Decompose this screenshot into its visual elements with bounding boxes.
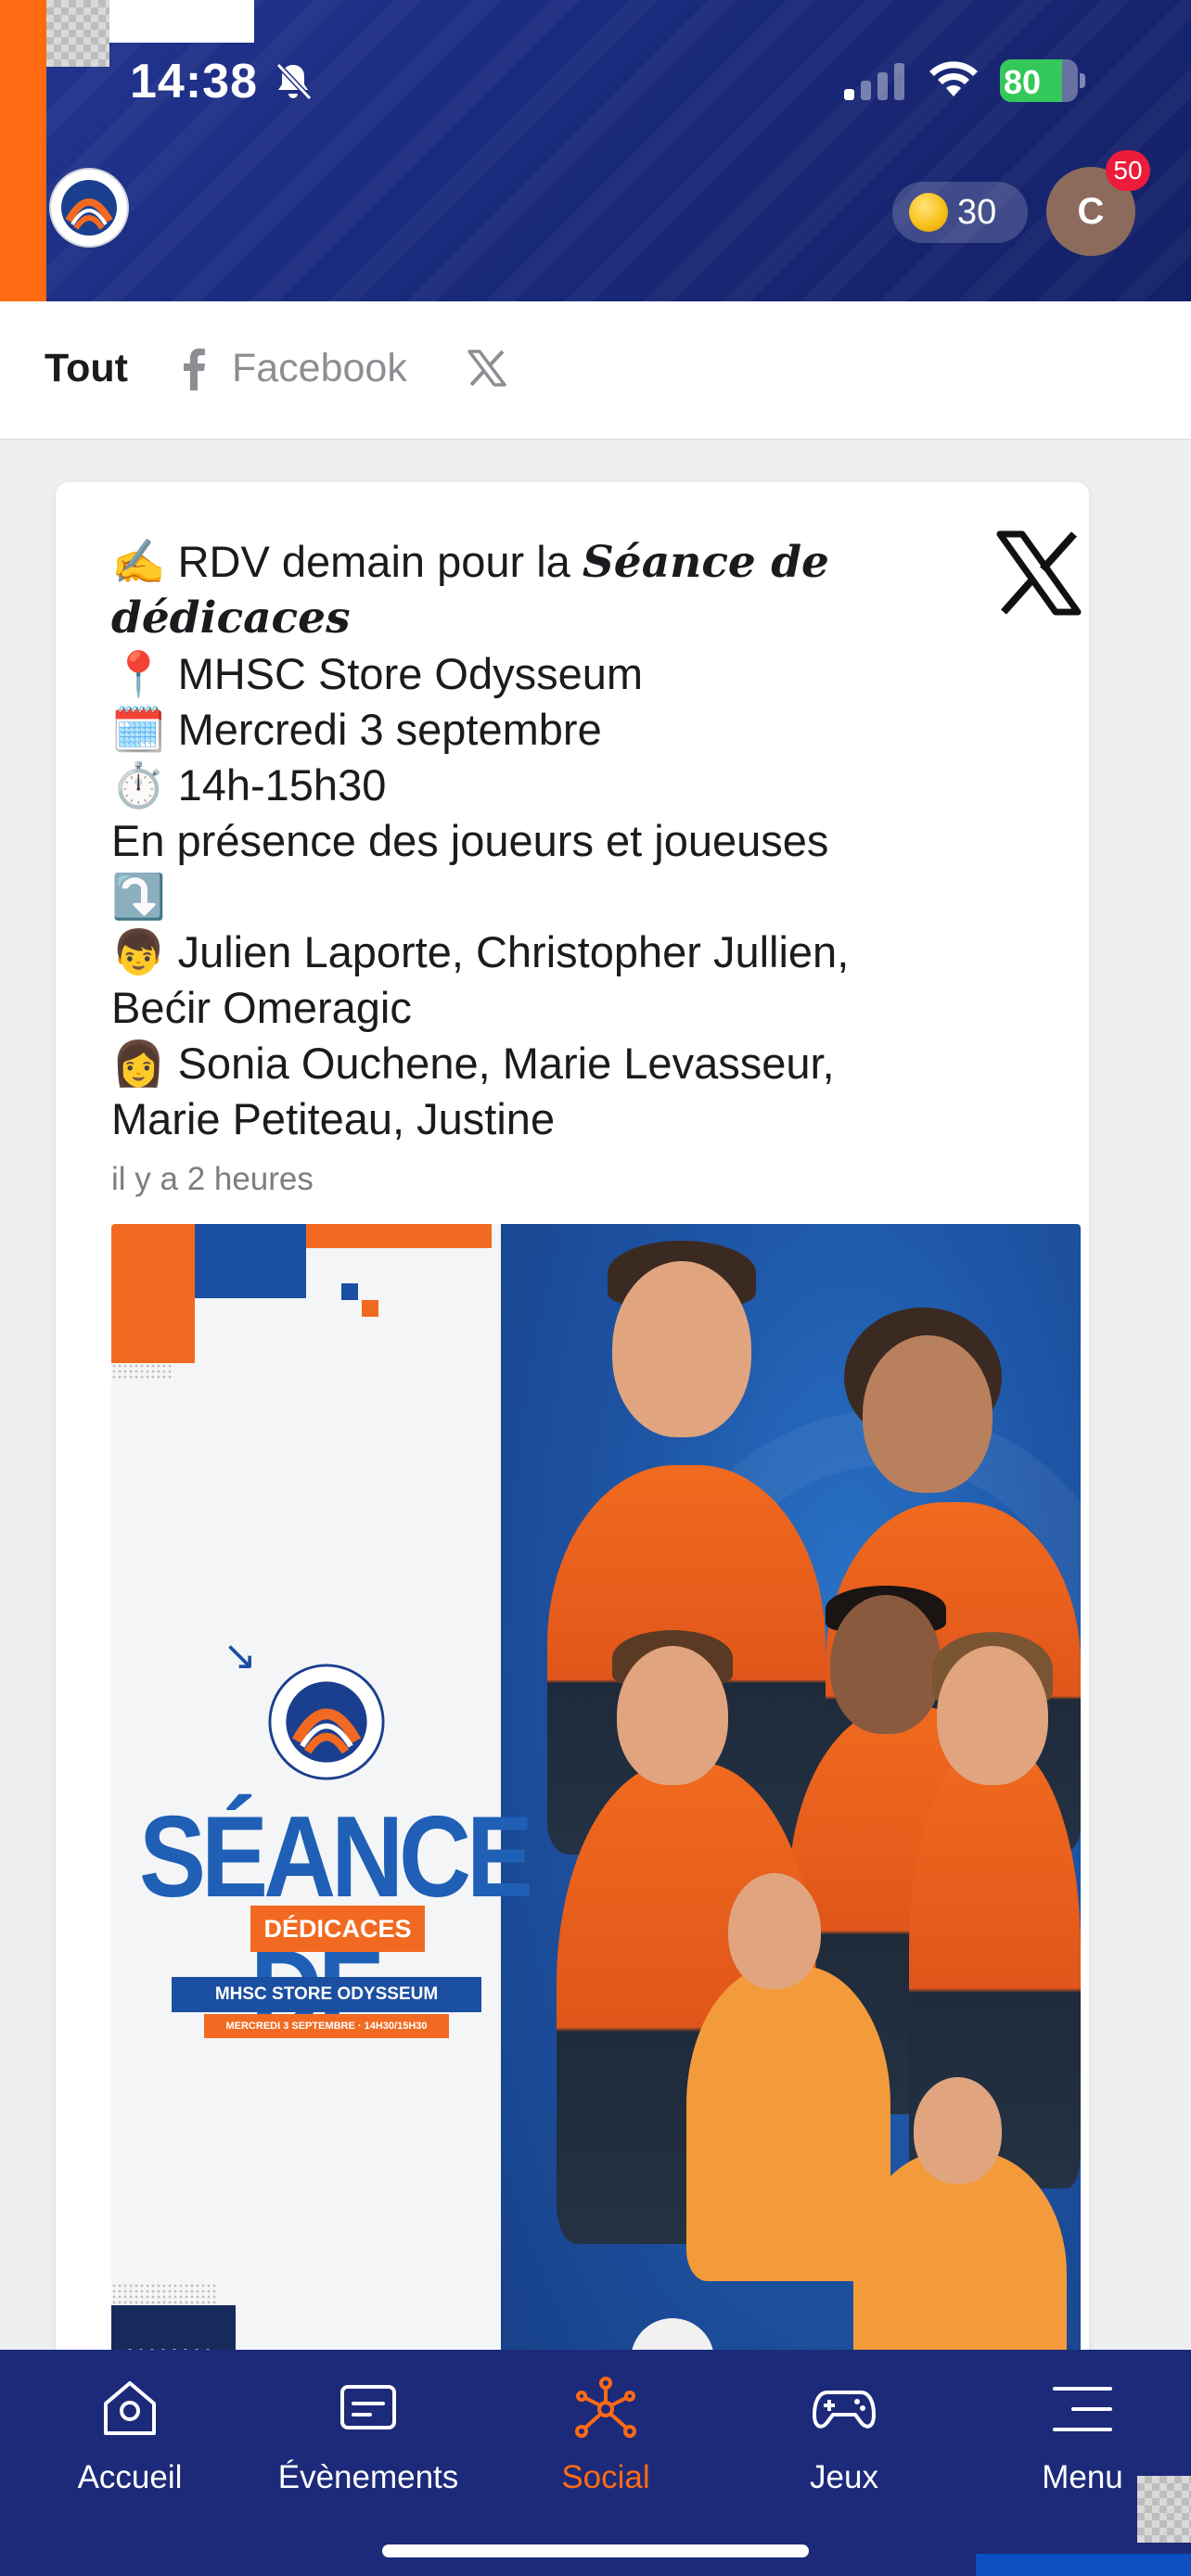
cellular-signal-icon — [844, 63, 904, 100]
post-line: Marie Petiteau, Justine — [111, 1094, 556, 1143]
post-line: ⤵️ — [111, 872, 166, 921]
transparency-artifact — [1137, 2476, 1191, 2543]
post-timestamp: il y a 2 heures — [111, 1161, 314, 1197]
post-line: dédicaces — [111, 593, 351, 644]
social-filter-tabs: Tout Facebook — [0, 301, 1191, 440]
gamepad-icon — [813, 2391, 876, 2429]
club-crest-icon — [268, 1664, 385, 1780]
nav-label: Évènements — [277, 2459, 459, 2495]
poster-decoration — [111, 1224, 195, 1363]
x-logo-icon[interactable] — [996, 530, 1082, 616]
poster-decoration — [111, 2283, 219, 2305]
app-header — [0, 0, 1191, 301]
player-head — [830, 1595, 941, 1734]
poster-decoration — [362, 1300, 378, 1317]
avatar-initial: C — [1077, 190, 1105, 232]
nav-label: Jeux — [810, 2459, 878, 2495]
coins-count: 30 — [957, 192, 997, 232]
club-logo-icon[interactable] — [48, 165, 130, 250]
filter-tab-x[interactable] — [467, 350, 506, 387]
notification-badge: 50 — [1106, 150, 1150, 191]
player-head — [617, 1646, 728, 1785]
calendar-icon — [340, 2385, 396, 2429]
poster-decoration — [195, 1224, 306, 1298]
post-image[interactable]: ↘ SÉANCE DE DÉDICACES MHSC STORE ODYSSEU… — [111, 1224, 1081, 2429]
header-pattern — [0, 0, 1191, 301]
player-head — [914, 2077, 1002, 2184]
social-post-card[interactable]: ✍️ RDV demain pour la Séance de dédicace… — [56, 482, 1089, 2576]
arrow-down-right-icon: ↘ — [223, 1633, 257, 1678]
coins-balance[interactable]: 30 — [892, 182, 1028, 243]
home-indicator[interactable] — [382, 2544, 809, 2557]
post-line: ⏱️ 14h-15h30 — [111, 760, 387, 810]
coin-icon — [909, 193, 948, 232]
poster-subtitle: DÉDICACES — [250, 1906, 425, 1952]
nav-item-jeux[interactable]: Jeux — [742, 2376, 946, 2496]
post-text: ✍️ RDV demain pour la Séance de dédicace… — [111, 534, 965, 1147]
post-line: Bećir Omeragic — [111, 983, 412, 1032]
filter-tab-facebook-label: Facebook — [232, 346, 407, 390]
post-line: ✍️ RDV demain pour la Séance de — [111, 534, 965, 591]
hamburger-menu-icon — [1053, 2387, 1112, 2431]
post-line: 👦 Julien Laporte, Christopher Jullien, — [111, 927, 850, 976]
post-line: 🗓️ Mercredi 3 septembre — [111, 705, 602, 754]
header-accent-bar — [0, 0, 46, 301]
poster-decoration — [341, 1283, 358, 1300]
post-line: 👩 Sonia Ouchene, Marie Levasseur, — [111, 1039, 835, 1088]
player-head — [937, 1646, 1048, 1785]
poster-store: MHSC STORE ODYSSEUM — [172, 1977, 481, 2012]
player-head — [728, 1873, 821, 1989]
facebook-icon — [184, 348, 205, 390]
post-text-emphasis: Séance de — [582, 537, 829, 588]
battery-body: 80 — [1000, 59, 1078, 102]
nav-label: Accueil — [77, 2459, 183, 2495]
player-head — [863, 1335, 992, 1493]
bell-slash-icon — [275, 62, 313, 101]
battery-charging-icon: 80 — [1000, 59, 1085, 102]
transparency-artifact — [109, 0, 254, 43]
nav-item-accueil[interactable]: Accueil — [28, 2376, 232, 2496]
bottom-navigation: Accueil Évènements Social Jeux Menu — [0, 2350, 1191, 2576]
wifi-icon — [929, 61, 978, 96]
filter-tab-all-label: Tout — [45, 346, 128, 390]
nav-item-evenements[interactable]: Évènements — [266, 2376, 470, 2496]
poster-date: MERCREDI 3 SEPTEMBRE · 14H30/15H30 — [204, 2014, 449, 2038]
status-time: 14:38 — [130, 55, 258, 108]
nav-item-social[interactable]: Social — [504, 2376, 708, 2496]
notification-count: 50 — [1113, 156, 1143, 185]
network-icon — [575, 2377, 636, 2438]
poster-decoration — [306, 1224, 492, 1248]
post-text-segment: ✍️ RDV demain pour la — [111, 537, 583, 586]
nav-label: Social — [561, 2459, 650, 2495]
filter-tab-all[interactable]: Tout — [45, 346, 128, 391]
x-logo-icon — [467, 350, 506, 387]
post-line: En présence des joueurs et joueuses — [111, 816, 829, 865]
post-line: 📍 MHSC Store Odysseum — [111, 649, 644, 698]
filter-tab-facebook[interactable]: Facebook — [182, 346, 407, 391]
transparency-artifact — [46, 0, 109, 67]
battery-percent: 80 — [1004, 63, 1042, 101]
poster-decoration — [111, 1363, 174, 1380]
player-head — [612, 1261, 751, 1437]
battery-cap — [1080, 73, 1085, 88]
home-icon — [104, 2381, 156, 2435]
edge-artifact — [976, 2554, 1191, 2576]
